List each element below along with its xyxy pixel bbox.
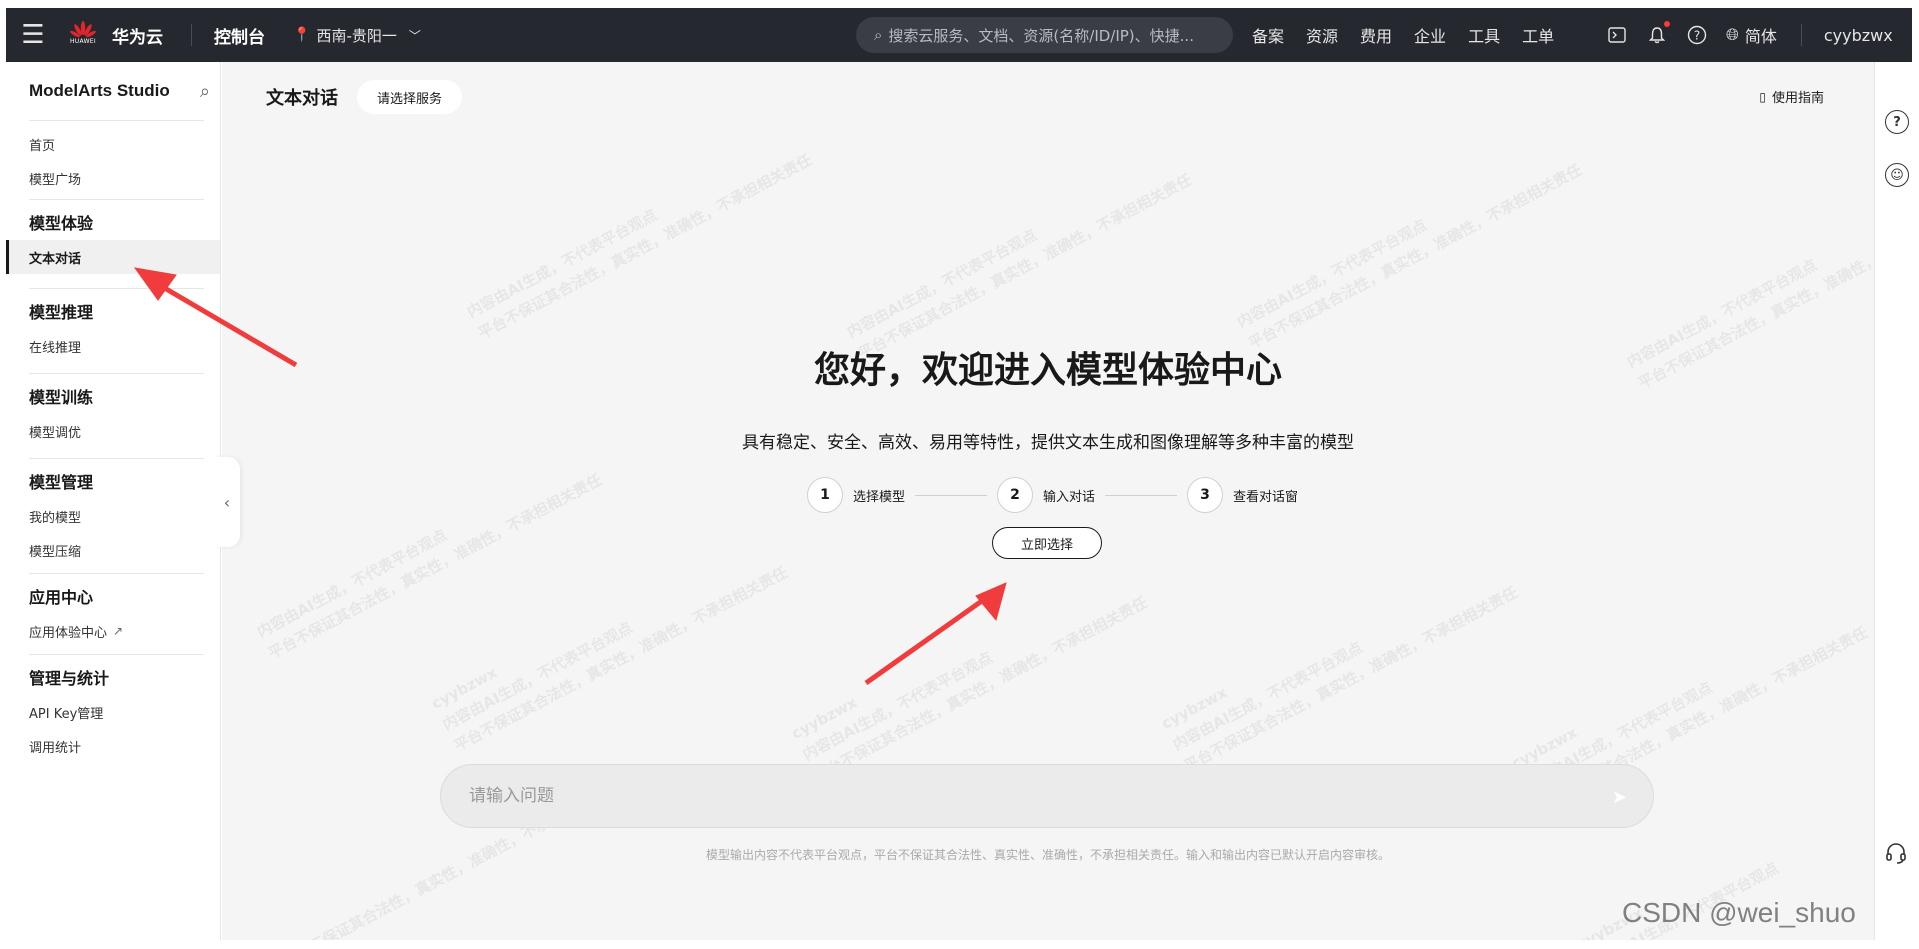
sidebar-group-training: 模型训练 [29, 388, 94, 407]
step-label: 查看对话窗 [1233, 489, 1299, 505]
sidebar-header: ModelArts Studio ⌕ [6, 62, 220, 120]
nav-link-billing[interactable]: 费用 [1360, 23, 1392, 47]
hamburger-icon[interactable]: ☰ [6, 8, 60, 62]
sidebar-item-model-compress[interactable]: 模型压缩 [6, 533, 220, 567]
send-icon[interactable]: ➤ [1612, 787, 1627, 808]
welcome-heading: 您好，欢迎进入模型体验中心 [813, 350, 1282, 391]
watermark: 内容由AI生成，不代表平台观点 平台不保证其合法性，真实性，准确性，不承担相关责任 [1234, 160, 1585, 353]
watermark: cyybzwx 内容由AI生成，不代表平台观点 平台不保证其合法性，真实性，准确性，… [788, 593, 1151, 786]
language-selector[interactable]: 🌐︎ 简体 [1726, 23, 1777, 47]
sidebar-item-my-models[interactable]: 我的模型 [6, 499, 220, 533]
step-number: 2 [997, 477, 1034, 513]
sidebar-group-inference: 模型推理 [29, 303, 94, 322]
step-label: 选择模型 [853, 489, 906, 505]
divider [1800, 24, 1802, 46]
terminal-icon[interactable] [1606, 24, 1628, 46]
step-connector [915, 494, 988, 496]
external-link-icon: ↗ [113, 624, 124, 638]
nav-link-resources[interactable]: 资源 [1306, 23, 1338, 47]
step-number: 1 [807, 477, 843, 513]
bell-icon[interactable] [1646, 21, 1670, 46]
step-view-dialog: 3 查看对话窗 [1187, 477, 1298, 513]
document-icon: ▯ [1759, 89, 1766, 104]
csdn-watermark: CSDN @wei_shuo [1622, 897, 1856, 928]
step-connector [1105, 494, 1178, 496]
select-service-button[interactable]: 请选择服务 [357, 80, 463, 114]
step-input-dialog: 2 输入对话 [997, 477, 1095, 513]
sidebar-item-usage-stats[interactable]: 调用统计 [6, 729, 220, 763]
chevron-down-icon: ﹀ [408, 28, 421, 43]
page-title: 文本对话 [266, 88, 338, 109]
location-pin-icon: 📍 [293, 27, 311, 43]
nav-link-tickets[interactable]: 工单 [1522, 23, 1554, 47]
welcome-subtitle: 具有稳定、安全、高效、易用等特性，提供文本生成和图像理解等多种丰富的模型 [742, 433, 1354, 453]
watermark: 内容由AI生成，不代表平台观点 平台不保证其合法性，真实性，准确性，不承担相关责任 [464, 150, 815, 343]
chevron-left-icon: ‹ [223, 492, 231, 512]
question-input-box[interactable]: ➤ [440, 764, 1654, 828]
sidebar: ModelArts Studio ⌕ 首页 模型广场 模型体验 文本对话 模型推… [6, 62, 221, 940]
logo-subtext: HUAWEI [70, 38, 96, 45]
customer-service-headset-icon[interactable] [1884, 841, 1908, 871]
guide-label: 使用指南 [1771, 91, 1824, 106]
notification-dot [1664, 21, 1670, 27]
watermark: cyybzwx 内容由AI生成，不代表平台观点 平台不保证其合法性，真实性，准确性，… [428, 563, 791, 756]
watermark: 内容由AI生成，不代表平台观点 平台不保证其合法性，真实性，准确性，不承担相关责任 [254, 470, 605, 663]
region-label: 西南-贵阳一 [316, 26, 397, 45]
disclaimer-text: 模型输出内容不代表平台观点，平台不保证其合法性、真实性、准确性，不承担相关责任。… [705, 848, 1390, 862]
svg-text:?: ? [1694, 29, 1700, 43]
step-select-model: 1 选择模型 [807, 477, 905, 513]
sidebar-item-home[interactable]: 首页 [6, 127, 220, 161]
step-indicator: 1 选择模型 2 输入对话 3 查看对话窗 [807, 477, 1298, 513]
right-rail: ? ☺ [1874, 62, 1919, 940]
main-content: 内容由AI生成，不代表平台观点 平台不保证其合法性，真实性，准确性，不承担相关责任… [222, 62, 1874, 940]
brand-name: 华为云 [112, 27, 163, 48]
sidebar-group-experience: 模型体验 [29, 214, 94, 233]
sidebar-group-management: 模型管理 [29, 473, 94, 492]
nav-link-tools[interactable]: 工具 [1468, 23, 1500, 47]
search-icon: ⌕ [874, 26, 883, 44]
sidebar-item-online-inference[interactable]: 在线推理 [6, 329, 220, 363]
divider [191, 24, 192, 46]
watermark: 内容由AI生成，不代表平台观点 平台不保证其合法性，真实性，准确性，不承担相关责任 [844, 170, 1195, 363]
search-placeholder: 搜索云服务、文档、资源(名称/ID/IP)、快捷... [888, 26, 1194, 45]
global-search-input[interactable]: ⌕ 搜索云服务、文档、资源(名称/ID/IP)、快捷... [856, 17, 1233, 53]
help-icon[interactable]: ? [1885, 110, 1909, 134]
watermark: cyybzwx 内容由AI生成，不代表平台观点 平台不保证其合法性，真实性，准确性，… [1158, 583, 1521, 776]
nav-link-enterprise[interactable]: 企业 [1414, 23, 1446, 47]
nav-link-beian[interactable]: 备案 [1252, 23, 1284, 47]
region-selector[interactable]: 📍 西南-贵阳一 ﹀ [293, 25, 421, 46]
feedback-smiley-icon[interactable]: ☺ [1885, 163, 1909, 187]
sidebar-item-app-center[interactable]: 应用体验中心 ↗ [6, 614, 220, 648]
sidebar-group-app: 应用中心 [29, 588, 94, 607]
top-nav-links: 备案 资源 费用 企业 工具 工单 [1252, 8, 1576, 62]
sidebar-item-model-tuning[interactable]: 模型调优 [6, 414, 220, 448]
language-label: 简体 [1744, 27, 1777, 46]
top-nav-icons: ? 🌐︎ 简体 cyybzwx [1606, 8, 1893, 62]
window-bottom-edge [0, 940, 1919, 949]
user-guide-link[interactable]: ▯ 使用指南 [1759, 87, 1824, 107]
sidebar-item-text-chat[interactable]: 文本对话 [6, 240, 220, 274]
huawei-logo[interactable]: HUAWEI 华为云 [68, 20, 163, 50]
sidebar-group-stats: 管理与统计 [29, 669, 110, 688]
sidebar-title: ModelArts Studio [29, 81, 170, 100]
collapse-sidebar-button[interactable]: ‹ [214, 457, 240, 547]
sidebar-item-api-key[interactable]: API Key管理 [6, 695, 220, 729]
sidebar-item-model-square[interactable]: 模型广场 [6, 161, 220, 195]
step-label: 输入对话 [1043, 489, 1096, 505]
globe-icon: 🌐︎ [1726, 25, 1739, 44]
step-number: 3 [1187, 477, 1224, 513]
search-icon[interactable]: ⌕ [200, 81, 210, 102]
help-icon[interactable]: ? [1686, 24, 1708, 46]
select-now-button[interactable]: 立即选择 [992, 527, 1102, 559]
sidebar-item-label: 应用体验中心 [29, 625, 108, 641]
user-account[interactable]: cyybzwx [1824, 26, 1893, 45]
top-nav-bar: ☰ HUAWEI 华为云 控制台 📍 西南-贵阳一 ﹀ ⌕ 搜索云服务、文档、资… [6, 8, 1912, 62]
console-link[interactable]: 控制台 [214, 23, 265, 48]
huawei-flower-icon: HUAWEI [68, 20, 98, 50]
question-input[interactable] [469, 786, 1569, 806]
